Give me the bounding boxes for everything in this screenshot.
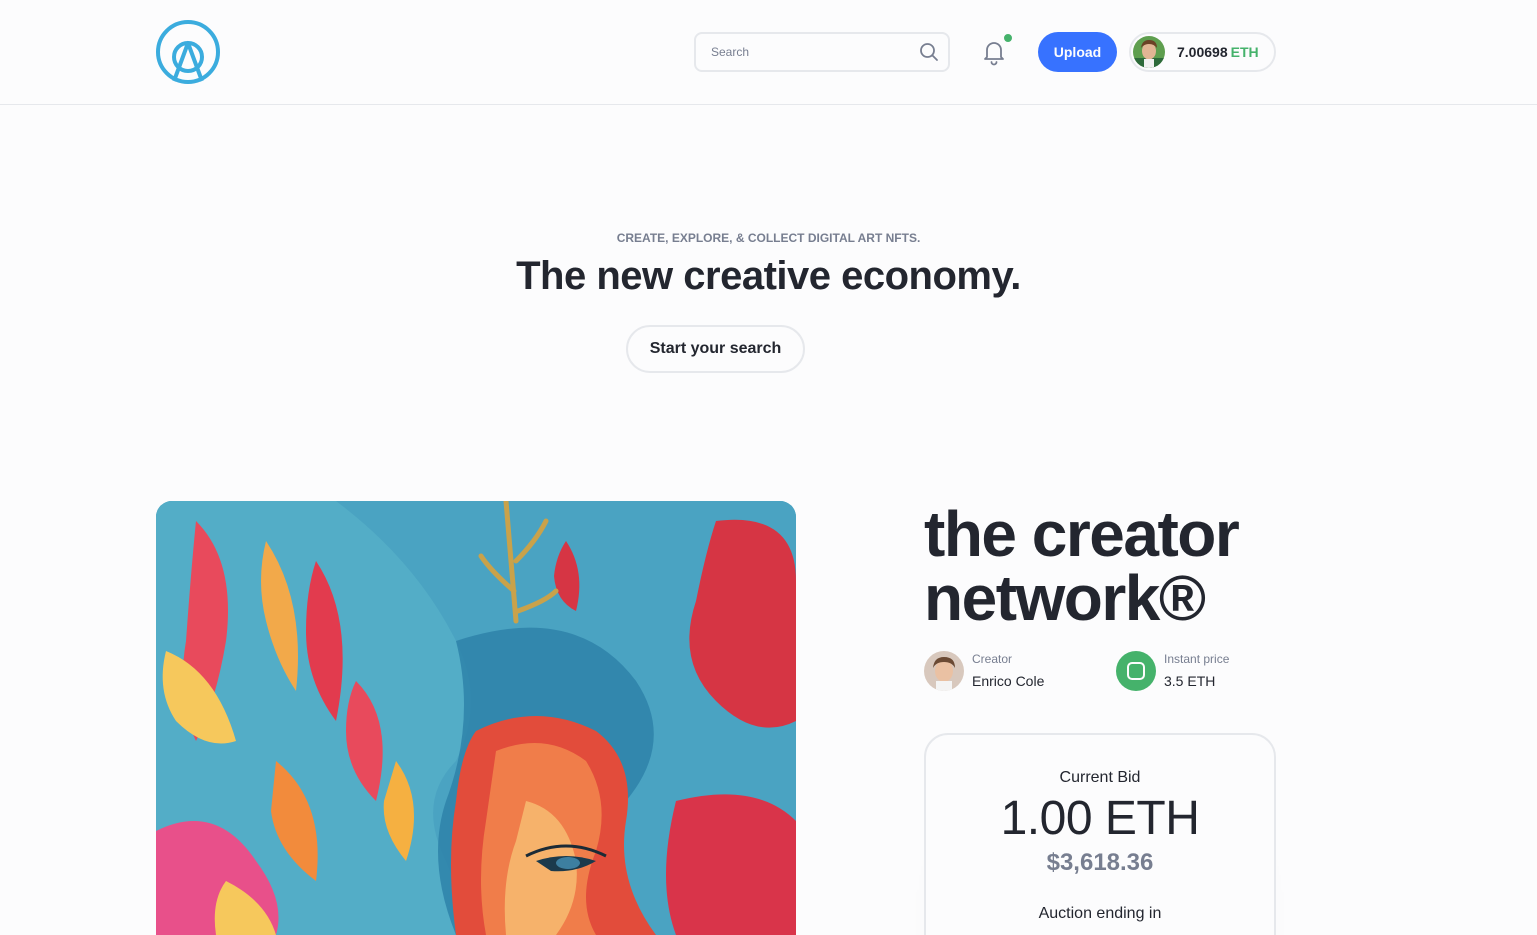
creator-label: Creator: [972, 652, 1013, 666]
current-bid-label: Current Bid: [1059, 769, 1141, 786]
upload-button[interactable]: Upload: [1038, 32, 1117, 72]
square-icon: [1116, 651, 1156, 691]
item-title: the creator network®: [924, 498, 1240, 634]
bid-card: Current Bid 1.00 ETH $3,618.36 Auction e…: [924, 733, 1276, 935]
start-search-button[interactable]: Start your search: [626, 325, 805, 373]
current-bid-usd: $3,618.36: [1046, 849, 1154, 876]
wallet-currency: ETH: [1230, 44, 1259, 60]
current-bid-value: 1.00 ETH: [1000, 792, 1200, 845]
instant-price-label: Instant price: [1164, 652, 1230, 666]
search-input[interactable]: [711, 34, 911, 70]
wallet-button[interactable]: 7.00698 ETH: [1129, 32, 1276, 72]
header: Upload 7.00698ETH: [0, 0, 1537, 105]
search-icon[interactable]: [919, 42, 939, 62]
instant-price-info: Instant price 3.5 ETH: [1116, 650, 1276, 692]
hero-subtitle: CREATE, EXPLORE, & COLLECT DIGITAL ART N…: [616, 231, 921, 245]
instant-price-value: 3.5 ETH: [1164, 673, 1216, 689]
search-box: [694, 32, 950, 72]
avatar: [1133, 36, 1165, 68]
artwork-image[interactable]: [156, 501, 796, 935]
wallet-balance: 7.00698 ETH: [1177, 44, 1259, 60]
hero-title: The new creative economy.: [516, 254, 1021, 298]
logo-icon[interactable]: [155, 19, 221, 85]
creator-info[interactable]: Creator Enrico Cole: [924, 650, 1104, 692]
creator-avatar: [924, 651, 964, 691]
creator-name: Enrico Cole: [972, 673, 1045, 689]
notification-dot: [1002, 32, 1014, 44]
auction-ending-label: Auction ending in: [1038, 905, 1162, 922]
